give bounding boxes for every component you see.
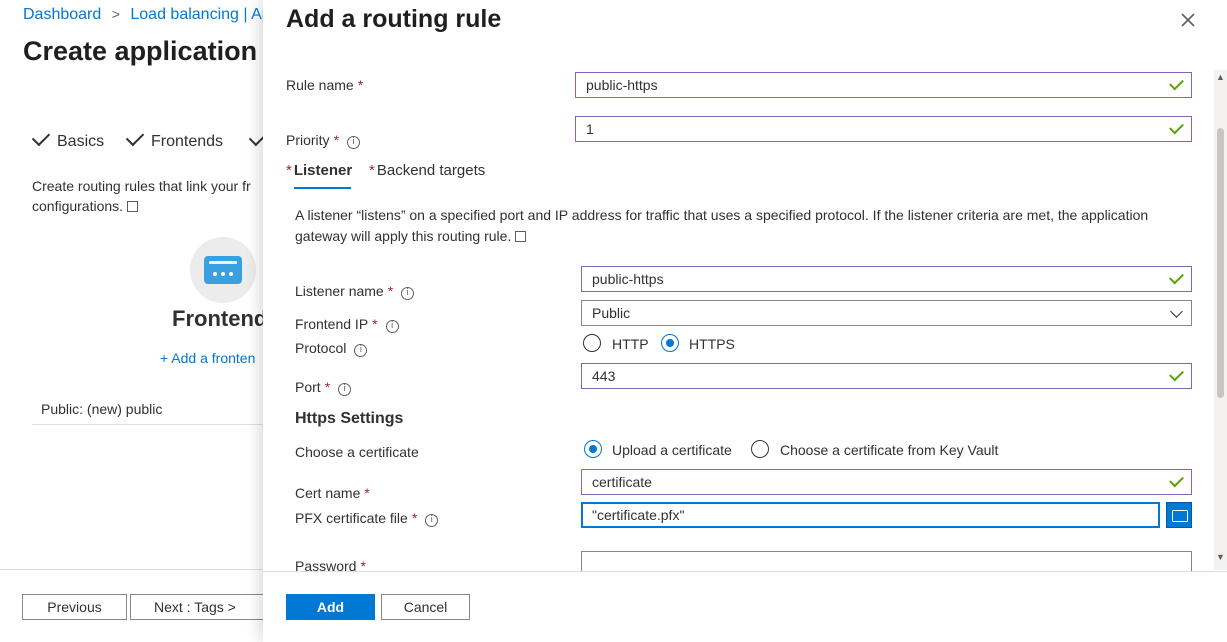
http-radio-label[interactable]: HTTP xyxy=(612,336,649,352)
cert-name-input[interactable]: certificate xyxy=(581,469,1192,495)
panel-title: Add a routing rule xyxy=(286,5,502,33)
pfx-file-input[interactable]: "certificate.pfx" xyxy=(581,502,1160,528)
frontend-heading: Frontend xyxy=(172,306,268,331)
cancel-button[interactable]: Cancel xyxy=(381,594,470,620)
step-basics[interactable]: Basics xyxy=(31,127,104,151)
valid-check-icon xyxy=(1169,119,1184,135)
routing-description: Create routing rules that link your fr c… xyxy=(32,178,251,214)
tab-listener[interactable]: * Listener xyxy=(286,162,352,179)
wizard-footer: Previous Next : Tags > xyxy=(0,569,263,642)
frontend-icon xyxy=(190,237,256,303)
add-frontend-link[interactable]: + Add a fronten xyxy=(160,350,255,366)
upload-certificate-label[interactable]: Upload a certificate xyxy=(612,442,732,458)
scroll-up-arrow-icon[interactable]: ▲ xyxy=(1216,72,1225,82)
step-frontends[interactable]: Frontends xyxy=(125,127,223,151)
breadcrumb-load-balancing-link[interactable]: Load balancing | Ap xyxy=(130,6,270,23)
https-settings-heading: Https Settings xyxy=(295,410,404,427)
info-icon[interactable]: i xyxy=(347,136,361,149)
http-radio[interactable] xyxy=(583,334,601,352)
scrollbar-thumb[interactable] xyxy=(1217,128,1224,398)
chevron-down-icon xyxy=(1170,305,1183,318)
valid-check-icon xyxy=(1169,269,1184,285)
next-tags-button[interactable]: Next : Tags > xyxy=(130,594,263,620)
info-icon[interactable]: i xyxy=(354,344,368,357)
rule-name-label: Rule name * xyxy=(286,77,364,93)
priority-label: Priority * i xyxy=(286,132,361,149)
breadcrumb: Dashboard > Load balancing | Ap xyxy=(23,6,271,24)
pfx-file-label: PFX certificate file * i xyxy=(295,510,439,527)
valid-check-icon xyxy=(1169,75,1184,91)
port-label: Port * i xyxy=(295,379,352,396)
frontend-ip-select[interactable]: Public xyxy=(581,300,1192,326)
priority-input[interactable]: 1 xyxy=(575,116,1192,142)
page-title: Create application g xyxy=(23,36,282,66)
external-link-icon xyxy=(127,201,139,212)
info-icon[interactable]: i xyxy=(425,514,439,527)
checkmark-icon xyxy=(31,127,51,147)
valid-check-icon xyxy=(1169,366,1184,382)
checkmark-icon xyxy=(125,127,145,147)
scroll-down-arrow-icon[interactable]: ▼ xyxy=(1216,552,1225,562)
key-vault-label[interactable]: Choose a certificate from Key Vault xyxy=(780,442,998,458)
frontend-item: Public: (new) public xyxy=(41,401,163,417)
add-button[interactable]: Add xyxy=(286,594,375,620)
info-icon[interactable]: i xyxy=(401,287,415,300)
frontend-ip-label: Frontend IP * i xyxy=(295,316,399,333)
upload-certificate-radio[interactable] xyxy=(584,440,602,458)
valid-check-icon xyxy=(1169,472,1184,488)
tab-backend-targets[interactable]: * Backend targets xyxy=(369,162,485,179)
port-input[interactable]: 443 xyxy=(581,363,1192,389)
file-browse-button[interactable] xyxy=(1166,502,1192,528)
info-icon[interactable]: i xyxy=(338,383,352,396)
tab-listener-indicator xyxy=(294,187,351,189)
rule-name-input[interactable]: public-https xyxy=(575,72,1192,98)
listener-description: A listener “listens” on a specified port… xyxy=(295,207,1149,244)
cert-name-label: Cert name * xyxy=(295,485,370,501)
divider xyxy=(32,424,263,425)
https-radio-label[interactable]: HTTPS xyxy=(689,336,735,352)
external-link-icon[interactable] xyxy=(515,231,527,242)
key-vault-radio[interactable] xyxy=(751,440,769,458)
previous-button[interactable]: Previous xyxy=(22,594,127,620)
breadcrumb-separator: > xyxy=(111,6,120,22)
protocol-label: Protocol i xyxy=(295,340,368,357)
choose-certificate-label: Choose a certificate xyxy=(295,444,419,460)
folder-icon xyxy=(1172,510,1188,522)
breadcrumb-dashboard-link[interactable]: Dashboard xyxy=(23,6,101,23)
info-icon[interactable]: i xyxy=(385,320,399,333)
close-icon[interactable] xyxy=(1178,10,1198,30)
https-radio[interactable] xyxy=(661,334,679,352)
listener-name-label: Listener name * i xyxy=(295,283,415,300)
listener-name-input[interactable]: public-https xyxy=(581,266,1192,292)
